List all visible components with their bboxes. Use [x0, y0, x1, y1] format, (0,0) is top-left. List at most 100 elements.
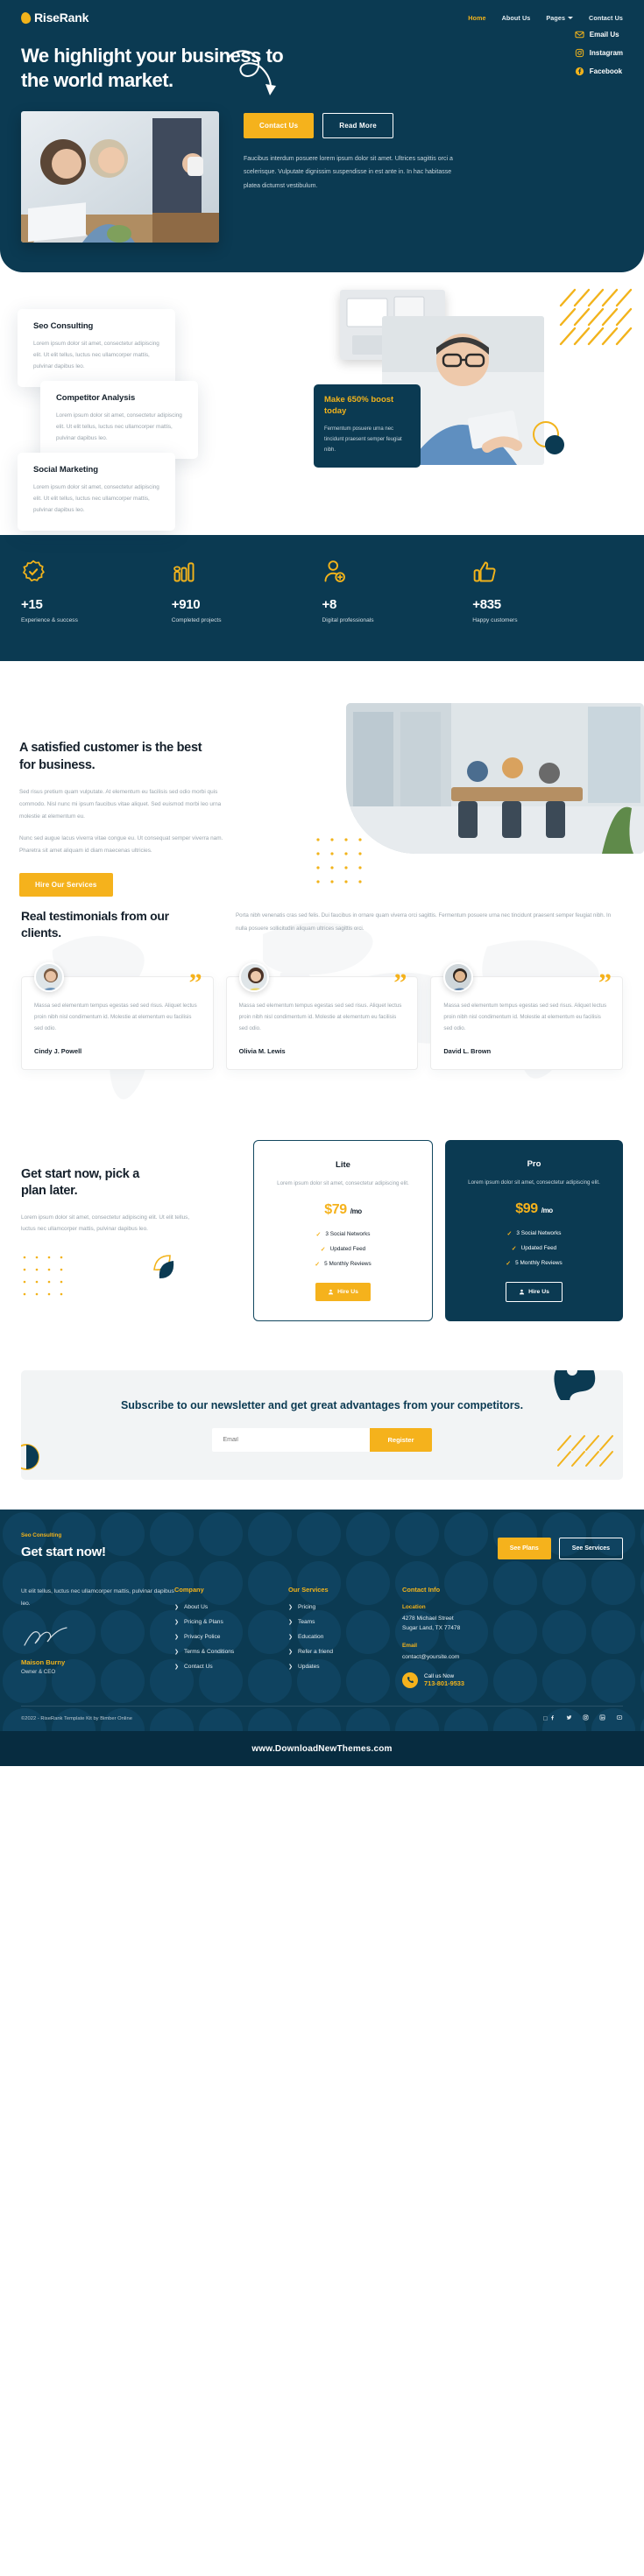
- service-card-title: Competitor Analysis: [56, 393, 136, 404]
- footer-link-pricing[interactable]: ❯ Pricing: [288, 1604, 402, 1610]
- footer-link-refer-a-friend[interactable]: ❯ Refer a friend: [288, 1649, 402, 1655]
- stat-label: Experience & success: [21, 617, 78, 624]
- footer-link-contact-us[interactable]: ❯ Contact Us: [174, 1664, 288, 1670]
- footer-call-block[interactable]: Call us Now 713-801-9533: [402, 1672, 623, 1689]
- service-card-text: Lorem ipsum dolor sit amet, consectetur …: [56, 412, 182, 442]
- nav-item-pages-label: Pages: [546, 13, 566, 22]
- footer-link-terms-conditions[interactable]: ❯ Terms & Conditions: [174, 1649, 288, 1655]
- stat-experience: +15 Experience & success: [21, 560, 172, 626]
- plan-feature: ✓ 5 Monthly Reviews: [266, 1261, 420, 1268]
- service-card-seo-consulting[interactable]: Seo Consulting Lorem ipsum dolor sit ame…: [18, 309, 175, 387]
- blob-decoration: [554, 1369, 596, 1400]
- footer-signature-name: Maison Burny: [21, 1658, 66, 1666]
- plan-price-amount: $99: [515, 1200, 538, 1216]
- footer-link-education[interactable]: ❯ Education: [288, 1634, 402, 1640]
- footer-link-updates[interactable]: ❯ Updates: [288, 1664, 402, 1670]
- testimonial-cards: ” Massa sed elementum tempus egestas sed…: [0, 941, 644, 1070]
- page-root: RiseRank Home About Us Pages Contact Us …: [0, 0, 644, 1767]
- twitter-icon[interactable]: [566, 1714, 572, 1722]
- chevron-right-icon: ❯: [174, 1604, 180, 1610]
- user-icon: [519, 1289, 525, 1295]
- footer-call-label: Call us Now: [424, 1673, 455, 1680]
- service-card-text: Lorem ipsum dolor sit amet, consectetur …: [33, 484, 159, 514]
- see-plans-button[interactable]: See Plans: [497, 1537, 551, 1559]
- check-icon: ✓: [315, 1231, 322, 1238]
- contact-us-button[interactable]: Contact Us: [244, 113, 315, 139]
- footer-copyright: ©2022 - RiseRank Template Kit by Bimber …: [21, 1715, 132, 1721]
- nav-item-home[interactable]: Home: [468, 14, 485, 22]
- footer-link-privacy-police[interactable]: ❯ Privacy Police: [174, 1634, 288, 1640]
- promo-card: Make 650% boost today Fermentum posuere …: [314, 384, 421, 468]
- chevron-right-icon: ❯: [174, 1649, 180, 1655]
- service-card-social-marketing[interactable]: Social Marketing Lorem ipsum dolor sit a…: [18, 453, 175, 531]
- youtube-icon[interactable]: [616, 1714, 623, 1722]
- footer-contact-title: Contact Info: [402, 1585, 441, 1594]
- footer-link-label: Terms & Conditions: [184, 1648, 235, 1655]
- plan-description: Lorem ipsum dolor sit amet, consectetur …: [468, 1179, 600, 1186]
- pricing-card-lite: Lite Lorem ipsum dolor sit amet, consect…: [253, 1139, 433, 1321]
- brand-logo[interactable]: RiseRank: [19, 11, 88, 25]
- testimonial-author: Olivia M. Lewis: [238, 1046, 286, 1055]
- curved-arrow-icon: [228, 50, 276, 95]
- newsletter-register-button[interactable]: Register: [370, 1427, 432, 1452]
- bottom-bar: www.DownloadNewThemes.com: [0, 1731, 644, 1767]
- footer-contact-info: Contact Info Location 4278 Michael Stree…: [402, 1586, 623, 1689]
- stat-customers: +835 Happy customers: [472, 560, 623, 626]
- plan-price-amount: $79: [324, 1201, 347, 1217]
- footer-email-value[interactable]: contact@yoursite.com: [402, 1652, 623, 1663]
- badge-check-icon: [22, 560, 45, 582]
- see-services-button[interactable]: See Services: [558, 1537, 623, 1559]
- footer-about: Ut elit tellus, luctus nec ullamcorper m…: [21, 1586, 174, 1689]
- instagram-icon[interactable]: [583, 1714, 589, 1722]
- hire-us-button-pro[interactable]: Hire Us: [506, 1281, 563, 1302]
- hero-social-instagram[interactable]: Instagram: [575, 48, 623, 58]
- check-icon: ✓: [315, 1261, 321, 1268]
- hire-us-button-lite[interactable]: Hire Us: [315, 1282, 371, 1301]
- plan-name: Pro: [527, 1158, 541, 1169]
- site-footer: Seo Consulting Get start now! See Plans …: [0, 1509, 644, 1732]
- testimonials-intro: Porta nibh venenatis cras sed felis. Dui…: [236, 912, 612, 932]
- quote-icon: ”: [188, 968, 202, 997]
- bottom-bar-link[interactable]: www.DownloadNewThemes.com: [251, 1744, 392, 1754]
- footer-link-teams[interactable]: ❯ Teams: [288, 1619, 402, 1625]
- chevron-right-icon: ❯: [288, 1604, 294, 1610]
- logo-mark-icon: [19, 11, 32, 25]
- quote-icon: ”: [598, 968, 612, 997]
- read-more-button[interactable]: Read More: [322, 113, 393, 139]
- stat-label: Happy customers: [472, 617, 518, 624]
- footer-link-about-us[interactable]: ❯ About Us: [174, 1604, 288, 1610]
- pricing-cards: Lite Lorem ipsum dolor sit amet, consect…: [253, 1139, 623, 1321]
- services-section: Seo Consulting Lorem ipsum dolor sit ame…: [0, 272, 644, 536]
- newsletter-email-input[interactable]: [212, 1427, 371, 1452]
- nav-item-contact-us[interactable]: Contact Us: [589, 14, 623, 22]
- stat-value: +910: [171, 597, 201, 613]
- testimonial-text: Massa sed elementum tempus egestas sed s…: [238, 1002, 402, 1032]
- service-card-competitor-analysis[interactable]: Competitor Analysis Lorem ipsum dolor si…: [40, 381, 198, 459]
- avatar: [238, 961, 269, 992]
- plan-feature-label: 5 Monthly Reviews: [324, 1261, 372, 1268]
- testimonial-text: Massa sed elementum tempus egestas sed s…: [34, 1002, 197, 1032]
- nav-item-pages[interactable]: Pages: [546, 13, 574, 22]
- facebook-icon[interactable]: : [543, 1714, 556, 1722]
- footer-call-number: 713-801-9533: [424, 1679, 465, 1688]
- newsletter-section: Subscribe to our newsletter and get grea…: [0, 1356, 644, 1510]
- testimonial-card: ” Massa sed elementum tempus egestas sed…: [225, 961, 419, 1070]
- hero-social-facebook[interactable]: Facebook: [575, 67, 622, 76]
- leaf-decoration: [153, 1254, 174, 1278]
- plan-feature-label: 5 Monthly Reviews: [515, 1260, 563, 1267]
- footer-location-line1: 4278 Michael Street: [402, 1615, 454, 1622]
- footer-link-label: Teams: [298, 1618, 315, 1625]
- footer-location-label: Location: [402, 1603, 426, 1610]
- nav-item-about-us[interactable]: About Us: [502, 14, 531, 22]
- linkedin-icon[interactable]: [599, 1714, 605, 1722]
- plan-feature: ✓ 5 Monthly Reviews: [457, 1260, 611, 1267]
- chevron-right-icon: ❯: [174, 1619, 180, 1625]
- hero-social-email[interactable]: Email Us: [575, 30, 619, 39]
- footer-link-pricing-plans[interactable]: ❯ Pricing & Plans: [174, 1619, 288, 1625]
- phone-icon: [402, 1672, 418, 1689]
- stats-section: +15 Experience & success +910 Completed …: [0, 535, 644, 662]
- footer-link-label: Contact Us: [184, 1663, 213, 1670]
- satisfied-paragraph-2: Nunc sed augue lacus viverra vitae congu…: [19, 835, 223, 855]
- hero-paragraph: Faucibus interdum posuere lorem ipsum do…: [244, 156, 453, 189]
- newsletter-heading: Subscribe to our newsletter and get grea…: [120, 1398, 524, 1411]
